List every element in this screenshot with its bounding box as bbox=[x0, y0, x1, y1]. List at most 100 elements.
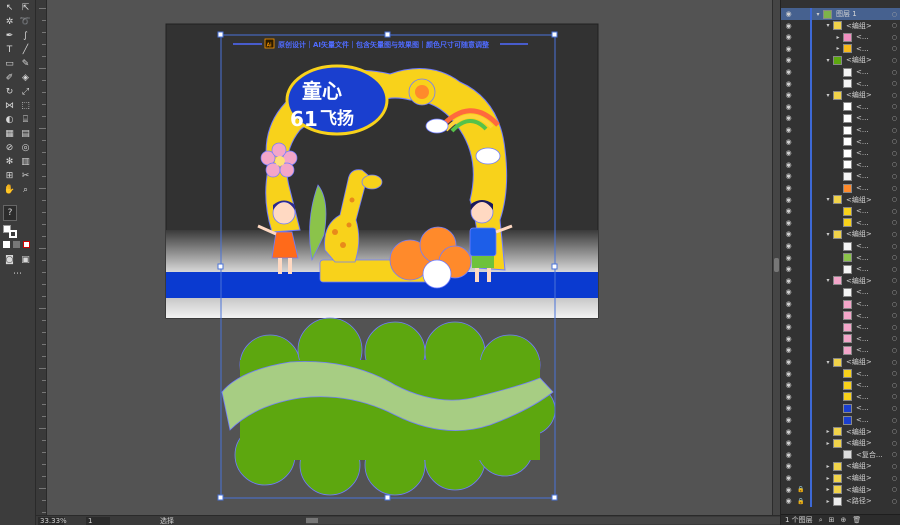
target-circle-icon[interactable]: ○ bbox=[892, 231, 897, 238]
expand-arrow-icon[interactable]: ▸ bbox=[825, 440, 831, 447]
layer-row[interactable]: ◉ <... ○ bbox=[781, 367, 900, 380]
layer-row[interactable]: ◉ ▸ <... ○ bbox=[781, 31, 900, 44]
direct-selection-tool-icon[interactable]: ⇱ bbox=[19, 2, 32, 14]
visibility-eye-icon[interactable]: ◉ bbox=[784, 474, 793, 482]
shape-builder-tool-icon[interactable]: ◐ bbox=[3, 114, 16, 126]
zoom-tool-icon[interactable]: ⌕ bbox=[19, 184, 32, 196]
visibility-eye-icon[interactable]: ◉ bbox=[784, 45, 793, 53]
layer-row[interactable]: ◉ <... ○ bbox=[781, 240, 900, 252]
target-circle-icon[interactable]: ○ bbox=[892, 103, 897, 110]
visibility-eye-icon[interactable]: ◉ bbox=[784, 138, 793, 146]
symbol-sprayer-tool-icon[interactable]: ✻ bbox=[3, 156, 16, 168]
target-circle-icon[interactable]: ○ bbox=[892, 428, 897, 435]
layer-row[interactable]: ◉ ▸ <编组> ○ bbox=[781, 425, 900, 438]
layer-row[interactable]: ◉ <... ○ bbox=[781, 251, 900, 264]
layer-row[interactable]: ◉ <... ○ bbox=[781, 286, 900, 299]
target-circle-icon[interactable]: ○ bbox=[892, 254, 897, 261]
visibility-eye-icon[interactable]: ◉ bbox=[784, 370, 793, 378]
visibility-eye-icon[interactable]: ◉ bbox=[784, 68, 793, 76]
horizontal-scrollbar[interactable] bbox=[306, 517, 786, 524]
target-circle-icon[interactable]: ○ bbox=[892, 115, 897, 122]
layer-row[interactable]: ◉ ▾ <编组> ○ bbox=[781, 193, 900, 206]
visibility-eye-icon[interactable]: ◉ bbox=[784, 277, 793, 285]
layer-row[interactable]: ◉ <... ○ bbox=[781, 100, 900, 113]
visibility-eye-icon[interactable]: ◉ bbox=[784, 451, 793, 459]
layer-row[interactable]: ◉ <... ○ bbox=[781, 379, 900, 392]
visibility-eye-icon[interactable]: ◉ bbox=[784, 497, 793, 505]
visibility-eye-icon[interactable]: ◉ bbox=[784, 254, 793, 262]
layer-row[interactable]: ◉ <... ○ bbox=[781, 332, 900, 345]
target-circle-icon[interactable]: ○ bbox=[892, 69, 897, 76]
layer-row[interactable]: ◉ ▸ <编组> ○ bbox=[781, 472, 900, 484]
target-circle-icon[interactable]: ○ bbox=[892, 451, 897, 458]
target-circle-icon[interactable]: ○ bbox=[892, 22, 897, 29]
pen-tool-icon[interactable]: ✒ bbox=[3, 30, 16, 42]
curvature-tool-icon[interactable]: ∫ bbox=[19, 30, 32, 42]
new-layer-icon[interactable]: ⊕ bbox=[840, 516, 846, 524]
target-circle-icon[interactable]: ○ bbox=[892, 405, 897, 412]
layer-row[interactable]: ◉ <... ○ bbox=[781, 263, 900, 276]
expand-arrow-icon[interactable]: ▸ bbox=[825, 463, 831, 470]
shaper-tool-icon[interactable]: ✐ bbox=[3, 72, 16, 84]
layer-row[interactable]: ◉ ▸ <编组> ○ bbox=[781, 460, 900, 473]
free-transform-tool-icon[interactable]: ⬚ bbox=[19, 100, 32, 112]
visibility-eye-icon[interactable]: ◉ bbox=[784, 219, 793, 227]
lasso-tool-icon[interactable]: ➰ bbox=[19, 16, 32, 28]
target-circle-icon[interactable]: ○ bbox=[892, 301, 897, 308]
layer-row[interactable]: ◉ <... ○ bbox=[781, 216, 900, 229]
visibility-eye-icon[interactable]: ◉ bbox=[784, 80, 793, 88]
target-circle-icon[interactable]: ○ bbox=[892, 138, 897, 145]
expand-arrow-icon[interactable]: ▾ bbox=[825, 57, 831, 64]
target-circle-icon[interactable]: ○ bbox=[892, 463, 897, 470]
visibility-eye-icon[interactable]: ◉ bbox=[784, 381, 793, 389]
visibility-eye-icon[interactable]: ◉ bbox=[784, 56, 793, 64]
magic-wand-tool-icon[interactable]: ✲ bbox=[3, 16, 16, 28]
visibility-eye-icon[interactable]: ◉ bbox=[784, 288, 793, 296]
target-circle-icon[interactable]: ○ bbox=[892, 57, 897, 64]
search-icon[interactable]: ⌕ bbox=[819, 516, 823, 525]
visibility-eye-icon[interactable]: ◉ bbox=[784, 393, 793, 401]
target-circle-icon[interactable]: ○ bbox=[892, 382, 897, 389]
target-circle-icon[interactable]: ○ bbox=[892, 45, 897, 52]
target-circle-icon[interactable]: ○ bbox=[892, 475, 897, 482]
visibility-eye-icon[interactable]: ◉ bbox=[784, 161, 793, 169]
visibility-eye-icon[interactable]: ◉ bbox=[784, 486, 793, 494]
target-circle-icon[interactable]: ○ bbox=[892, 34, 897, 41]
scale-tool-icon[interactable]: ⤢ bbox=[19, 86, 32, 98]
target-circle-icon[interactable]: ○ bbox=[892, 173, 897, 180]
visibility-eye-icon[interactable]: ◉ bbox=[784, 10, 793, 18]
layer-row[interactable]: ◉ ▾ <编组> ○ bbox=[781, 356, 900, 368]
color-mode-icon[interactable] bbox=[3, 241, 10, 248]
line-tool-icon[interactable]: ╱ bbox=[19, 44, 32, 56]
target-circle-icon[interactable]: ○ bbox=[892, 243, 897, 250]
visibility-eye-icon[interactable]: ◉ bbox=[784, 242, 793, 250]
slice-tool-icon[interactable]: ✂ bbox=[19, 170, 32, 182]
target-circle-icon[interactable]: ○ bbox=[892, 440, 897, 447]
visibility-eye-icon[interactable]: ◉ bbox=[784, 126, 793, 134]
rectangle-tool-icon[interactable]: ▭ bbox=[3, 58, 16, 70]
expand-arrow-icon[interactable]: ▸ bbox=[825, 475, 831, 482]
target-circle-icon[interactable]: ○ bbox=[892, 208, 897, 215]
visibility-eye-icon[interactable]: ◉ bbox=[784, 404, 793, 412]
layer-row[interactable]: ◉ ▾ <编组> ○ bbox=[781, 274, 900, 287]
target-circle-icon[interactable]: ○ bbox=[892, 277, 897, 284]
layer-row[interactable]: ◉ <... ○ bbox=[781, 112, 900, 125]
layer-row[interactable]: ◉ 🔒 ▸ <编组> ○ bbox=[781, 483, 900, 496]
layer-row[interactable]: ◉ ▸ <编组> ○ bbox=[781, 437, 900, 450]
expand-arrow-icon[interactable]: ▸ bbox=[825, 486, 831, 493]
layer-row[interactable]: ◉ ▸ <... ○ bbox=[781, 42, 900, 55]
visibility-eye-icon[interactable]: ◉ bbox=[784, 358, 793, 366]
layer-row[interactable]: ◉ ▾ <编组> ○ bbox=[781, 54, 900, 67]
expand-arrow-icon[interactable]: ▸ bbox=[825, 428, 831, 435]
perspective-grid-tool-icon[interactable]: ⌸ bbox=[19, 114, 32, 126]
visibility-eye-icon[interactable]: ◉ bbox=[784, 196, 793, 204]
gradient-mode-icon[interactable] bbox=[13, 241, 20, 248]
layer-row[interactable]: ◉ ▾ <编组> ○ bbox=[781, 89, 900, 102]
target-circle-icon[interactable]: ○ bbox=[892, 312, 897, 319]
layer-row[interactable]: ◉ <... ○ bbox=[781, 205, 900, 218]
target-circle-icon[interactable]: ○ bbox=[892, 498, 897, 505]
expand-arrow-icon[interactable]: ▾ bbox=[825, 277, 831, 284]
expand-arrow-icon[interactable]: ▾ bbox=[825, 359, 831, 366]
eraser-tool-icon[interactable]: ◈ bbox=[19, 72, 32, 84]
layer-row[interactable]: ◉ <... ○ bbox=[781, 344, 900, 357]
